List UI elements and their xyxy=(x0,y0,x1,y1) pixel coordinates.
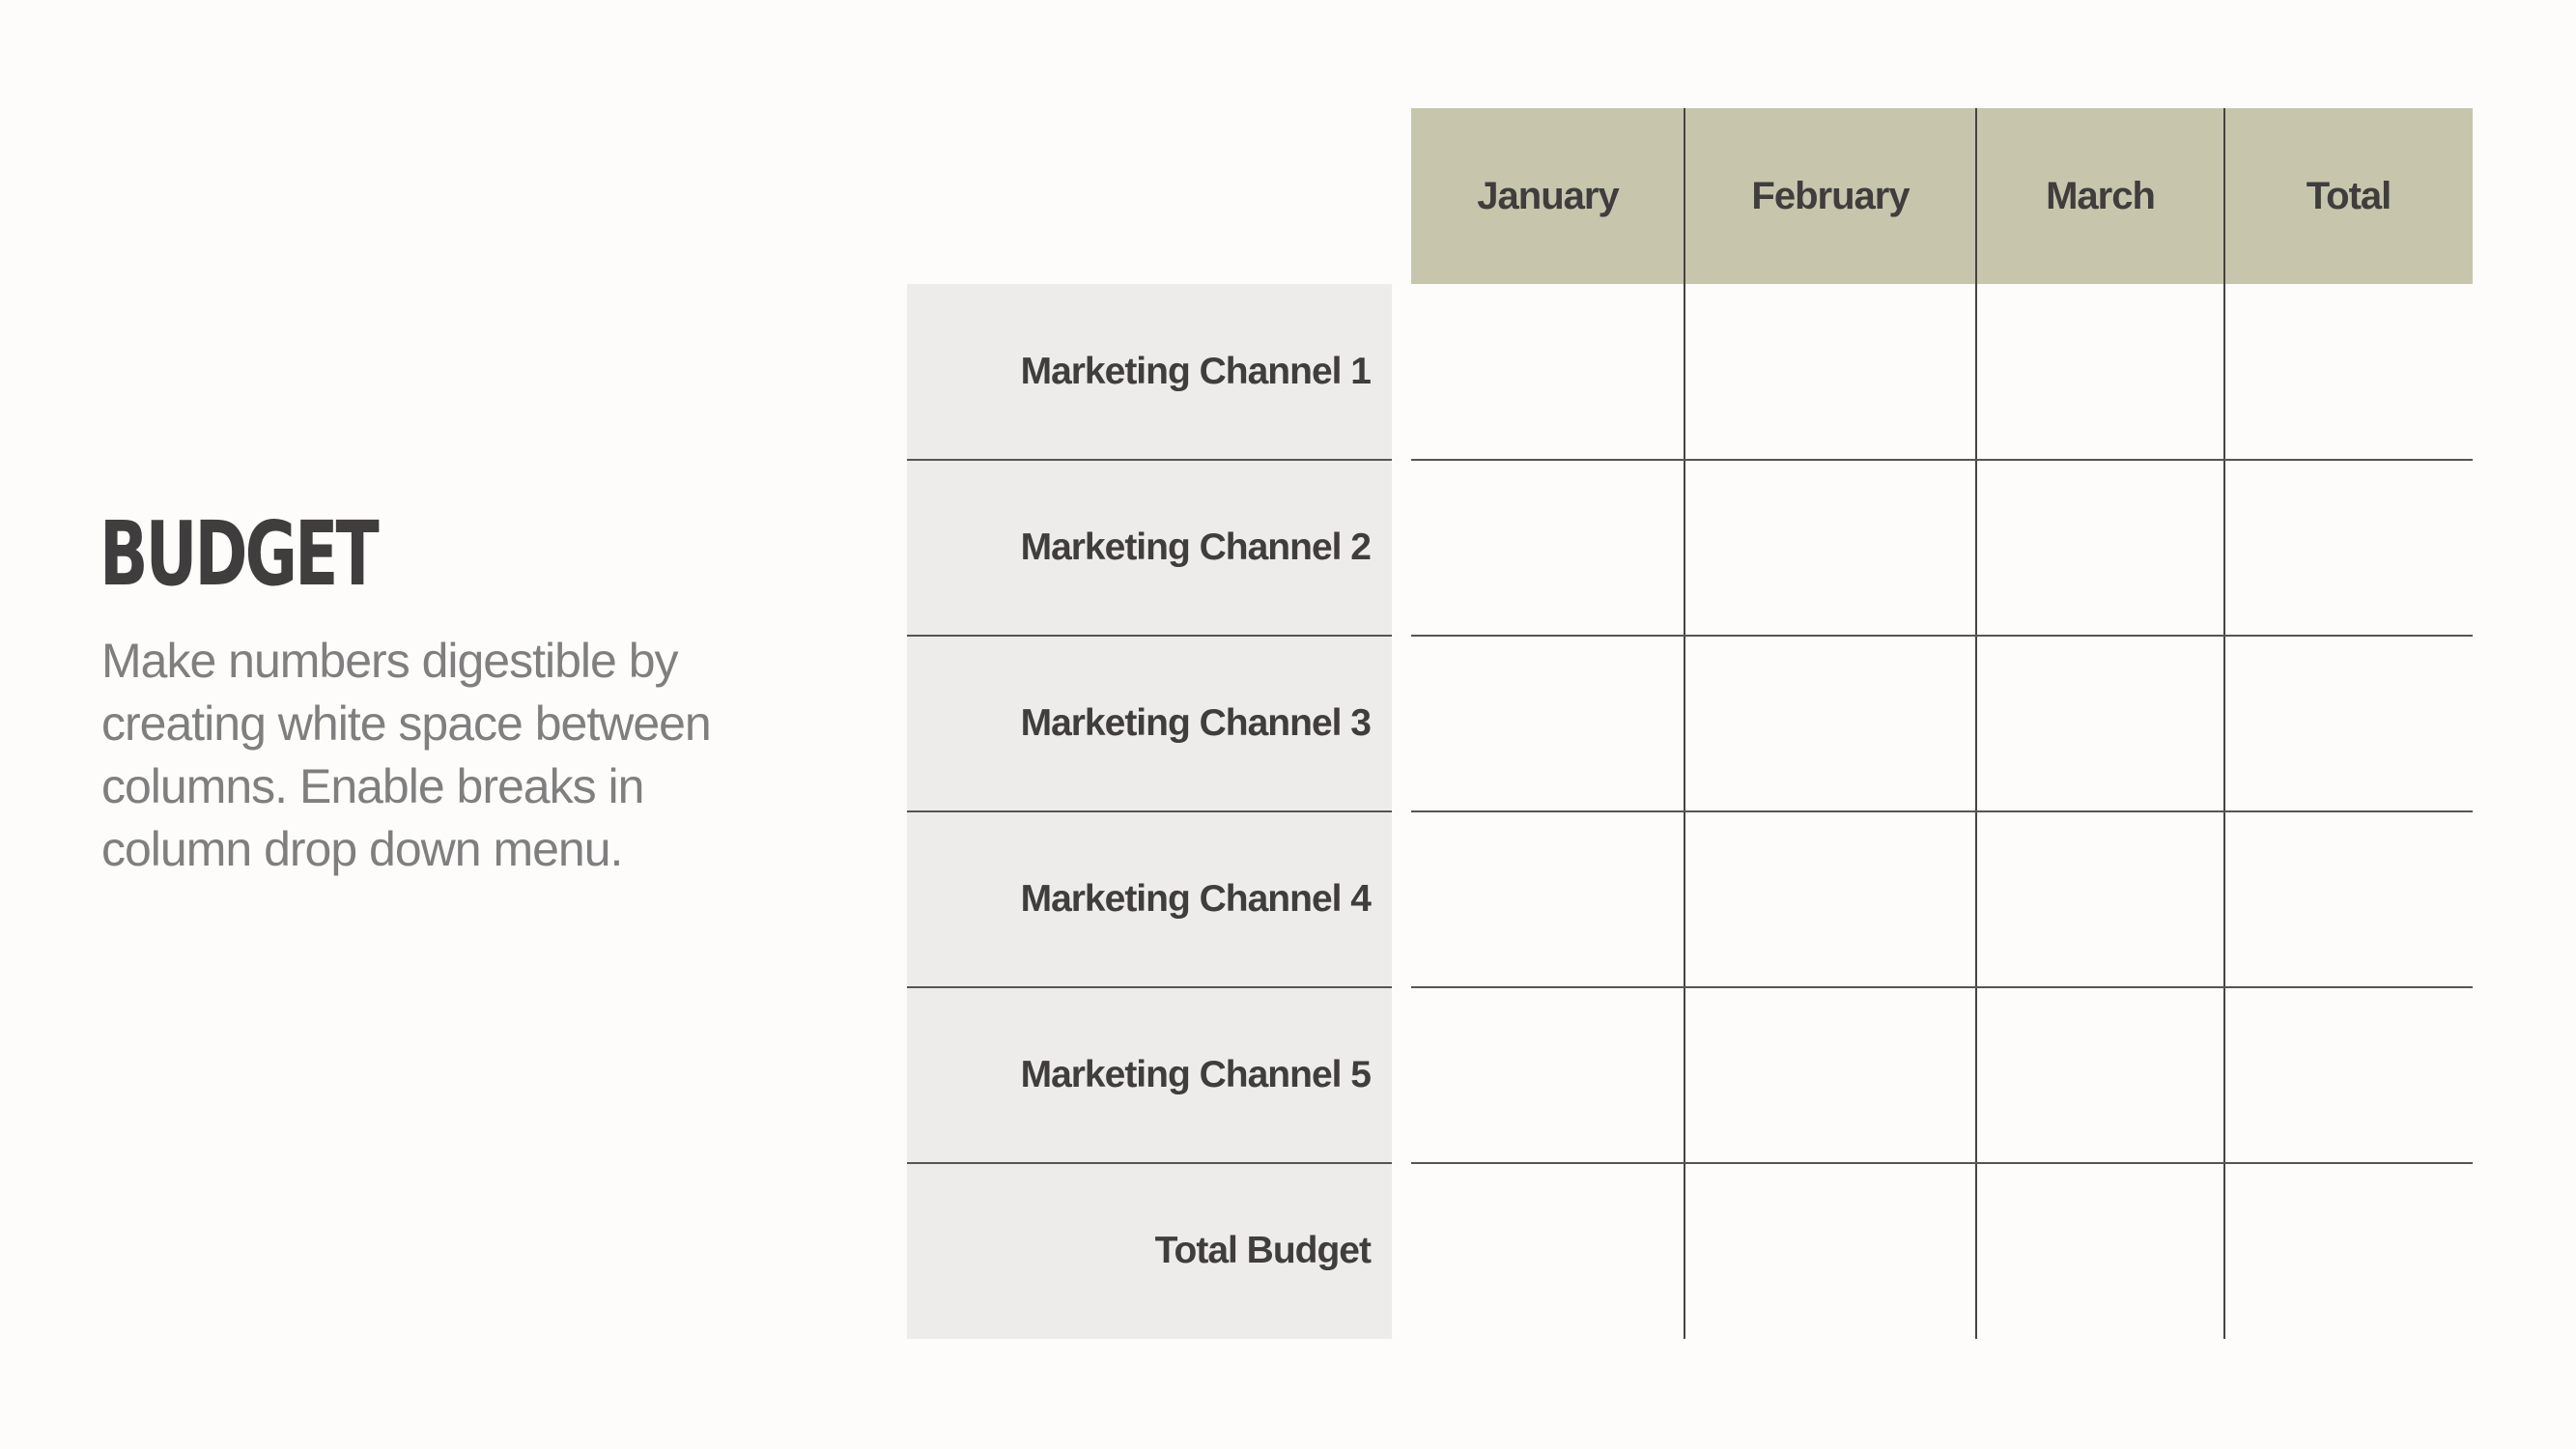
column-header-january: January xyxy=(1477,174,1619,217)
table-cell[interactable] xyxy=(2224,987,2473,1163)
row-label: Marketing Channel 5 xyxy=(1020,1054,1372,1095)
table-cell[interactable] xyxy=(1411,636,1684,811)
table-cell[interactable] xyxy=(2224,284,2473,460)
table-cell[interactable] xyxy=(1411,460,1684,636)
table-cell[interactable] xyxy=(1976,636,2224,811)
table-cell[interactable] xyxy=(1976,811,2224,987)
table-cell[interactable] xyxy=(2224,811,2473,987)
slide-description: Make numbers digestible by creating whit… xyxy=(101,634,712,876)
table-cell[interactable] xyxy=(1976,1163,2224,1339)
table-cell[interactable] xyxy=(1976,987,2224,1163)
table-cell[interactable] xyxy=(1684,284,1976,460)
row-label: Marketing Channel 2 xyxy=(1020,526,1372,568)
row-label-total: Total Budget xyxy=(1154,1230,1372,1271)
table-cell[interactable] xyxy=(1684,636,1976,811)
column-header-total: Total xyxy=(2306,174,2392,217)
table-cell[interactable] xyxy=(2224,636,2473,811)
table-cell[interactable] xyxy=(1684,811,1976,987)
slide-title: BUDGET xyxy=(99,502,380,606)
table-cell[interactable] xyxy=(1684,1163,1976,1339)
table-cell[interactable] xyxy=(2224,460,2473,636)
row-label-column: Marketing Channel 1 Marketing Channel 2 … xyxy=(907,284,1392,1339)
table-cell[interactable] xyxy=(1411,284,1684,460)
column-header-march: March xyxy=(2046,174,2156,217)
table-cell[interactable] xyxy=(1411,811,1684,987)
table-cell[interactable] xyxy=(1411,987,1684,1163)
column-header-february: February xyxy=(1751,174,1910,217)
row-label: Marketing Channel 1 xyxy=(1020,351,1372,392)
table-cell[interactable] xyxy=(1976,284,2224,460)
table-cell[interactable] xyxy=(1684,987,1976,1163)
table-cell[interactable] xyxy=(1411,1163,1684,1339)
table-cell[interactable] xyxy=(1976,460,2224,636)
row-label: Marketing Channel 4 xyxy=(1020,878,1372,920)
row-label: Marketing Channel 3 xyxy=(1020,702,1372,744)
table-cell[interactable] xyxy=(1684,460,1976,636)
table-cell[interactable] xyxy=(2224,1163,2473,1339)
